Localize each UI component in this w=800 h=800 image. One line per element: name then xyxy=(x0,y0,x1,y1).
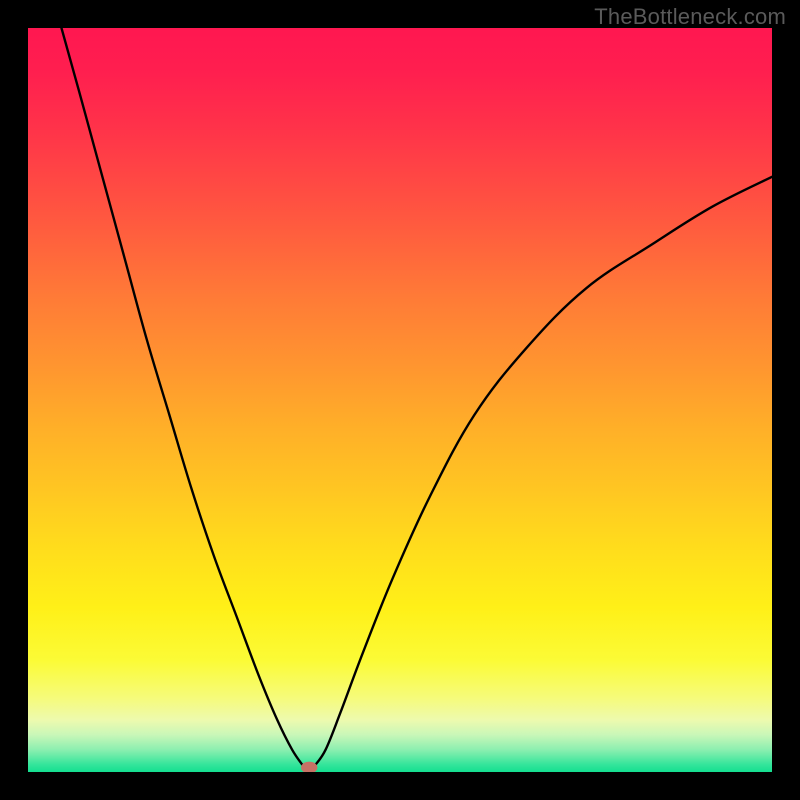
chart-container: TheBottleneck.com xyxy=(0,0,800,800)
minimum-marker xyxy=(301,762,317,772)
plot-frame xyxy=(28,28,772,772)
plot-area xyxy=(28,28,772,772)
curve-layer xyxy=(28,28,772,772)
curve-left-branch xyxy=(61,28,303,766)
watermark-text: TheBottleneck.com xyxy=(594,4,786,30)
curve-right-branch xyxy=(314,177,772,766)
